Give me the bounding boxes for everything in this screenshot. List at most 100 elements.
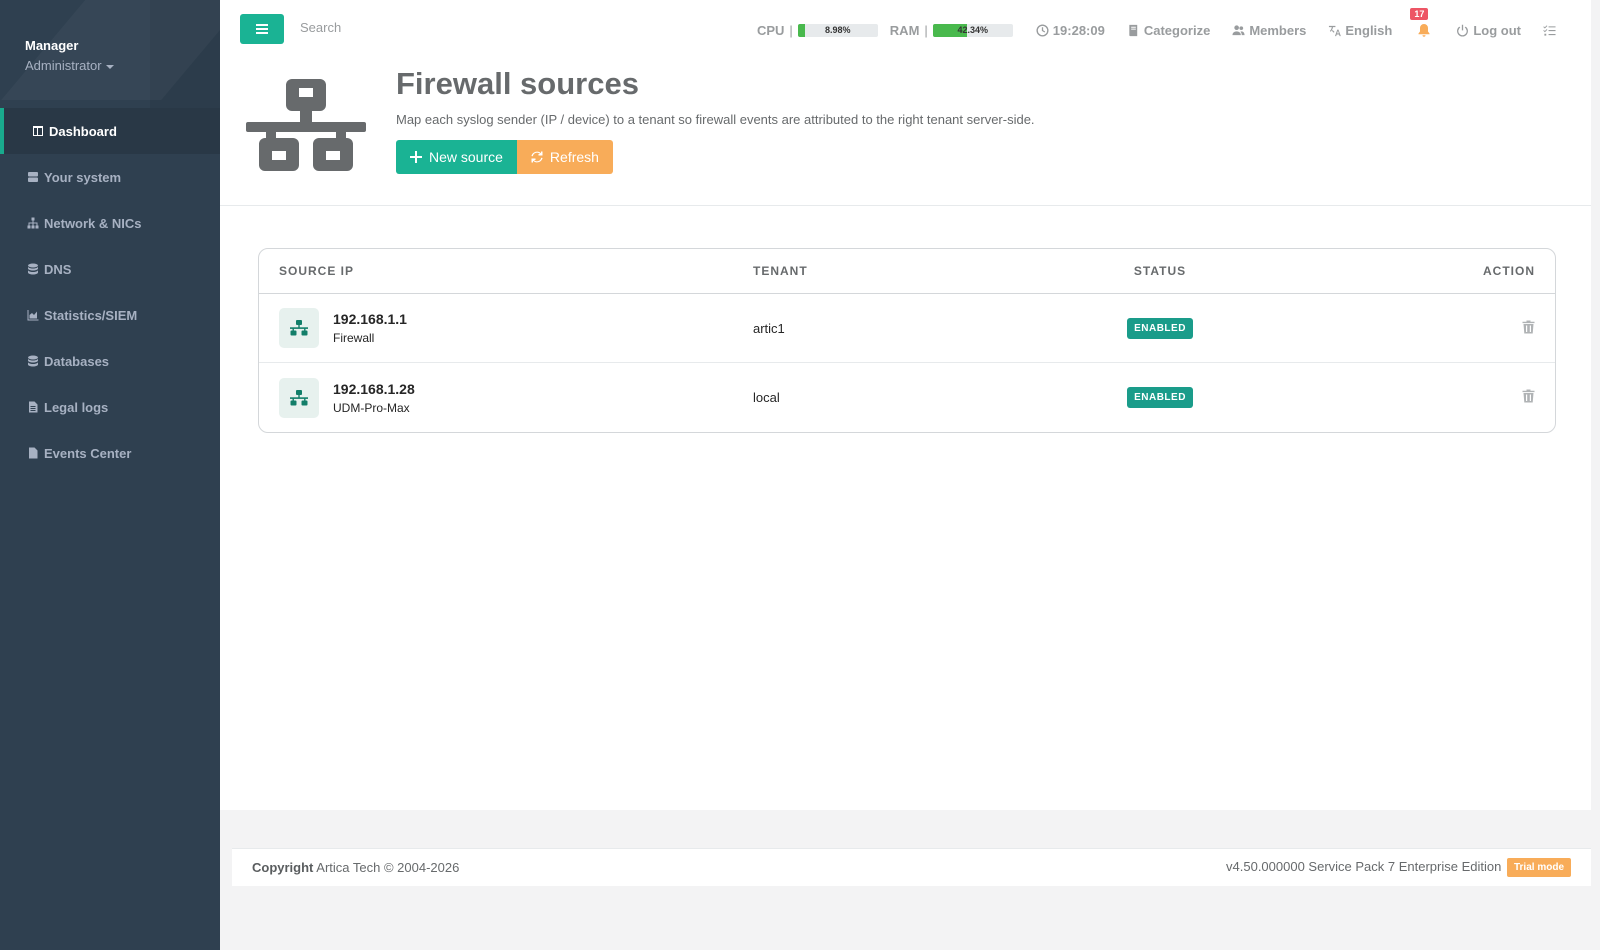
tasks-button[interactable] bbox=[1543, 24, 1560, 37]
source-ip: 192.168.1.1 bbox=[333, 311, 407, 327]
sidebar-item-label: Databases bbox=[44, 353, 110, 369]
footer: Copyright Artica Tech © 2004-2026 v4.50.… bbox=[232, 848, 1591, 886]
column-header-status-cell: STATUS bbox=[1110, 264, 1410, 278]
sidebar-item-events-center[interactable]: Events Center bbox=[0, 430, 220, 476]
header-decoration bbox=[150, 0, 220, 108]
cpu-meter: CPU | 8.98% bbox=[757, 23, 878, 38]
members-link[interactable]: Members bbox=[1232, 23, 1306, 38]
categorize-link[interactable]: Categorize bbox=[1127, 23, 1210, 38]
database-icon bbox=[26, 354, 40, 368]
sidebar-item-statistics[interactable]: Statistics/SIEM bbox=[0, 292, 220, 338]
area-chart-icon bbox=[26, 308, 40, 322]
table-header: SOURCE IP TENANT STATUS ACTION bbox=[259, 249, 1555, 294]
refresh-label: Refresh bbox=[549, 149, 599, 165]
notification-count-badge: 17 bbox=[1410, 8, 1429, 20]
source-ip-cell: 192.168.1.1 Firewall bbox=[259, 308, 753, 348]
members-label: Members bbox=[1249, 22, 1307, 38]
page-description: Map each syslog sender (IP / device) to … bbox=[396, 112, 1035, 127]
translate-icon bbox=[1329, 25, 1342, 36]
column-header-source-ip[interactable]: SOURCE IP bbox=[259, 264, 753, 278]
version-text: v4.50.000000 Service Pack 7 Enterprise E… bbox=[1226, 858, 1502, 874]
status-cell: ENABLED bbox=[1110, 317, 1410, 339]
sidebar-item-label: Statistics/SIEM bbox=[44, 307, 138, 323]
version-info: v4.50.000000 Service Pack 7 Enterprise E… bbox=[1226, 858, 1571, 877]
clock: 19:28:09 bbox=[1036, 23, 1105, 38]
source-ip-text: 192.168.1.28 UDM-Pro-Max bbox=[333, 381, 415, 415]
status-wrapper: ENABLED bbox=[1110, 317, 1210, 339]
network-icon bbox=[279, 308, 319, 348]
power-icon bbox=[1457, 24, 1469, 37]
table-icon bbox=[31, 124, 45, 138]
sitemap-icon bbox=[26, 216, 40, 230]
page-title: Firewall sources bbox=[396, 66, 639, 101]
tasks-list-icon bbox=[1543, 24, 1556, 36]
tenant-cell: local bbox=[753, 390, 780, 405]
caret-down-icon bbox=[105, 64, 114, 69]
column-header-tenant[interactable]: TENANT bbox=[753, 264, 1110, 278]
new-source-button[interactable]: New source bbox=[396, 140, 517, 174]
logout-link[interactable]: Log out bbox=[1456, 23, 1521, 38]
sidebar-item-dashboard[interactable]: Dashboard bbox=[0, 108, 220, 154]
sidebar-item-label: Events Center bbox=[44, 445, 132, 461]
refresh-icon bbox=[531, 151, 543, 163]
tenant-cell: artic1 bbox=[753, 320, 785, 336]
status-badge[interactable]: ENABLED bbox=[1127, 387, 1193, 408]
menu-toggle-button[interactable] bbox=[240, 14, 284, 44]
user-role-dropdown[interactable]: Administrator bbox=[25, 58, 220, 73]
copyright-label: Copyright bbox=[252, 860, 314, 875]
sidebar: Manager Administrator Dashboard Your sys… bbox=[0, 0, 220, 950]
refresh-button[interactable]: Refresh bbox=[516, 140, 613, 174]
search-input[interactable] bbox=[300, 20, 600, 35]
source-ip: 192.168.1.28 bbox=[333, 380, 415, 397]
separator: | bbox=[789, 22, 793, 38]
device-name: UDM-Pro-Max bbox=[333, 400, 410, 415]
delete-button[interactable] bbox=[1522, 320, 1535, 337]
source-ip-cell: 192.168.1.28 UDM-Pro-Max bbox=[259, 377, 753, 418]
language-label: English bbox=[1345, 22, 1393, 38]
language-selector[interactable]: English bbox=[1328, 23, 1392, 38]
plus-icon bbox=[410, 151, 422, 163]
copyright-text: Artica Tech © 2004-2026 bbox=[316, 860, 460, 875]
sidebar-item-your-system[interactable]: Your system bbox=[0, 154, 220, 200]
action-cell bbox=[1410, 389, 1555, 406]
trash-icon bbox=[1522, 389, 1535, 403]
notifications-button[interactable]: 17 bbox=[1410, 8, 1431, 37]
database-icon bbox=[26, 262, 40, 276]
ram-meter: RAM | 42.34% bbox=[890, 23, 1013, 38]
sidebar-item-label: Dashboard bbox=[49, 123, 117, 139]
users-icon bbox=[1232, 24, 1245, 35]
delete-button[interactable] bbox=[1522, 389, 1535, 406]
top-navbar: CPU | 8.98% RAM | 42.34% 19:28:09 Catego… bbox=[220, 0, 1591, 60]
status-badge[interactable]: ENABLED bbox=[1127, 317, 1193, 339]
cpu-progress-bar: 8.98% bbox=[797, 23, 878, 37]
table-row[interactable]: 192.168.1.1 Firewall artic1 ENABLED bbox=[259, 294, 1555, 363]
user-role-label: Administrator bbox=[25, 58, 102, 73]
logout-label: Log out bbox=[1473, 22, 1521, 38]
sidebar-item-dns[interactable]: DNS bbox=[0, 246, 220, 292]
cpu-label: CPU bbox=[756, 22, 785, 38]
sidebar-item-label: Your system bbox=[44, 169, 122, 185]
topbar-right: CPU | 8.98% RAM | 42.34% 19:28:09 Catego… bbox=[757, 0, 1591, 60]
source-ip-text: 192.168.1.1 Firewall bbox=[333, 311, 407, 345]
profile-header: Manager Administrator bbox=[0, 0, 220, 108]
sources-table: SOURCE IP TENANT STATUS ACTION 192.168.1… bbox=[258, 248, 1556, 433]
sidebar-item-legal-logs[interactable]: Legal logs bbox=[0, 384, 220, 430]
action-cell bbox=[1410, 320, 1555, 337]
column-header-status[interactable]: STATUS bbox=[1110, 264, 1210, 278]
status-wrapper: ENABLED bbox=[1110, 387, 1210, 408]
sidebar-item-label: Legal logs bbox=[44, 399, 109, 415]
page-header: Firewall sources Map each syslog sender … bbox=[220, 60, 1591, 206]
cpu-value: 8.98% bbox=[825, 24, 851, 35]
sidebar-nav: Dashboard Your system Network & NICs DNS… bbox=[0, 108, 220, 476]
ram-label: RAM bbox=[889, 22, 920, 38]
bell-icon bbox=[1418, 24, 1430, 37]
new-source-label: New source bbox=[429, 149, 503, 165]
sidebar-item-network[interactable]: Network & NICs bbox=[0, 200, 220, 246]
action-buttons: New source Refresh bbox=[396, 140, 613, 174]
network-icon bbox=[279, 377, 319, 418]
sidebar-item-databases[interactable]: Databases bbox=[0, 338, 220, 384]
user-name: Manager bbox=[25, 38, 79, 53]
table-row[interactable]: 192.168.1.28 UDM-Pro-Max local ENABLED bbox=[259, 363, 1555, 432]
clock-icon bbox=[1036, 23, 1049, 37]
ram-progress-bar: 42.34% bbox=[932, 23, 1013, 37]
